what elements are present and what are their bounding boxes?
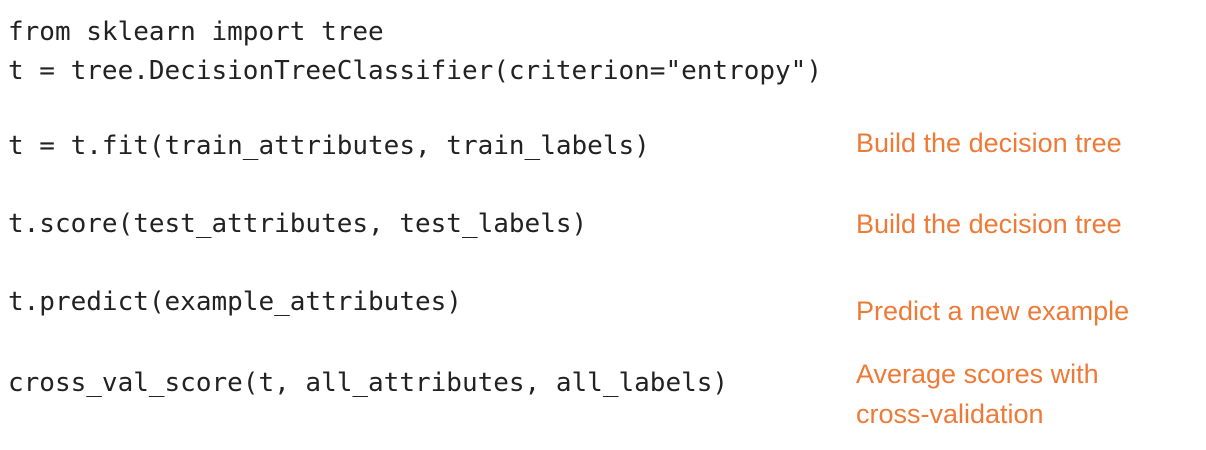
code-line-import: from sklearn import tree <box>8 17 384 47</box>
code-line-create-classifier: t = tree.DecisionTreeClassifier(criterio… <box>8 56 822 86</box>
annotation-predict: Predict a new example <box>856 296 1130 326</box>
code-line-cross-val: cross_val_score(t, all_attributes, all_l… <box>8 368 729 398</box>
slide: from sklearn import tree t = tree.Decisi… <box>0 0 1206 450</box>
code-line-fit: t = t.fit(train_attributes, train_labels… <box>8 131 650 161</box>
code-line-score: t.score(test_attributes, test_labels) <box>8 209 588 239</box>
annotation-cv-line2: cross-validation <box>856 399 1044 429</box>
annotation-fit: Build the decision tree <box>856 128 1122 158</box>
code-line-predict: t.predict(example_attributes) <box>8 287 462 317</box>
annotation-cv-line1: Average scores with <box>856 359 1099 389</box>
annotation-score: Build the decision tree <box>856 209 1122 239</box>
